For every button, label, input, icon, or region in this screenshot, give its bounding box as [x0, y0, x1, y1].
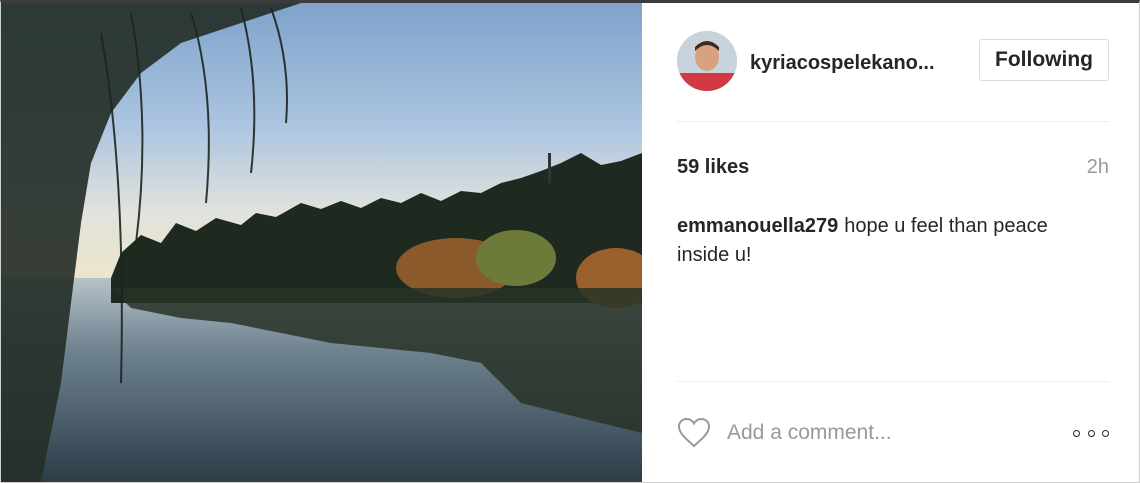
post-footer	[677, 381, 1109, 482]
post-details-panel: kyriacospelekano... Following 59 likes 2…	[642, 3, 1139, 482]
post-modal: kyriacospelekano... Following 59 likes 2…	[0, 0, 1140, 483]
likes-count[interactable]: 59 likes	[677, 156, 749, 179]
add-comment-input[interactable]	[727, 418, 1027, 448]
dot-icon	[1087, 429, 1095, 437]
post-timestamp[interactable]: 2h	[1087, 156, 1109, 179]
heart-icon[interactable]	[677, 417, 711, 449]
comment-item: emmanouella279 hope u feel than peace ins…	[677, 212, 1099, 270]
more-options-icon[interactable]	[1073, 426, 1109, 440]
username[interactable]: kyriacospelekano...	[750, 52, 935, 75]
comment-author[interactable]: emmanouella279	[677, 215, 838, 237]
dot-icon	[1073, 429, 1080, 437]
post-header: kyriacospelekano... Following	[677, 31, 1109, 122]
post-photo	[1, 3, 642, 482]
dot-icon	[1102, 429, 1109, 437]
following-button[interactable]: Following	[979, 39, 1109, 81]
avatar[interactable]	[677, 31, 737, 91]
